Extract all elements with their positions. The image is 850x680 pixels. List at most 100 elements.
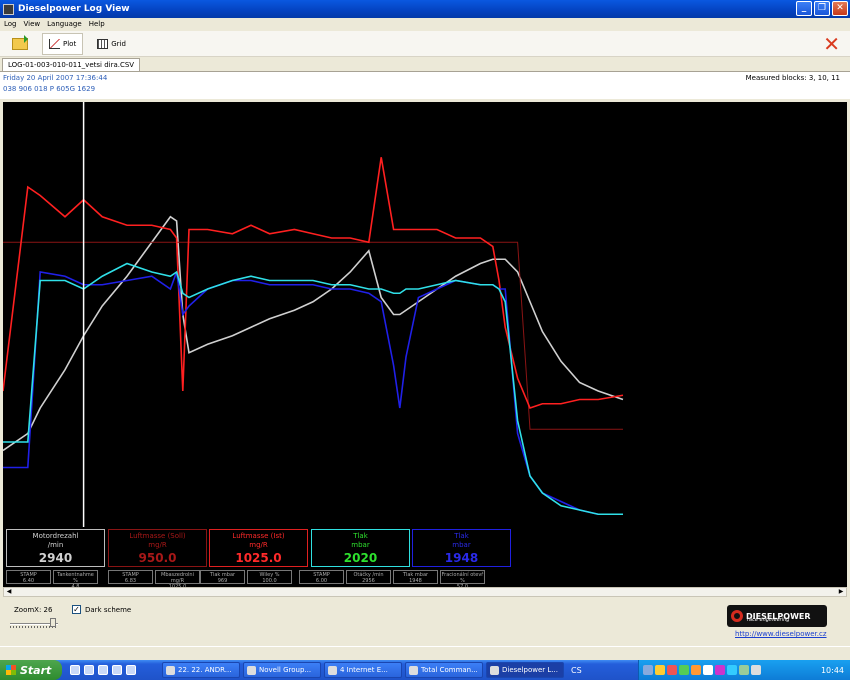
plot-button[interactable]: Plot: [42, 32, 84, 55]
quick-launch-icon[interactable]: [126, 665, 136, 675]
website-link[interactable]: http://www.dieselpower.cz: [735, 630, 827, 638]
clock: 10:44: [820, 665, 844, 675]
task-label: 22. 22. ANDR...: [178, 666, 232, 674]
small-values-group-2: STAMP6.83 Mbaszedrolni mg/R1025.0: [108, 570, 200, 590]
info-bar: Friday 20 April 2007 17:36:44 038 906 01…: [0, 71, 850, 99]
small-value-box: Tankentnahme %4.8: [53, 570, 98, 590]
tray-icon[interactable]: [739, 665, 749, 675]
task-icon: [490, 665, 499, 675]
value-box: Tlak mbar 1948: [412, 529, 511, 567]
dark-scheme-option[interactable]: ✓ Dark scheme: [72, 605, 131, 614]
taskbar-item[interactable]: 22. 22. ANDR...: [162, 662, 240, 678]
quick-launch-icon[interactable]: [98, 665, 108, 675]
tray-icon[interactable]: [727, 665, 737, 675]
value-box-value: 2940: [38, 551, 73, 565]
title-bar: Dieselpower Log View _ ❐ ✕: [0, 0, 850, 18]
quick-launch-icon[interactable]: [84, 665, 94, 675]
menu-language[interactable]: Language: [47, 18, 82, 30]
small-value-box: STAMP 6.83: [108, 570, 153, 584]
plot-label: Plot: [63, 39, 77, 48]
task-icon: [328, 665, 337, 675]
small-values-group-1: STAMP6.40 Tankentnahme %4.8: [6, 570, 98, 590]
tray-icon[interactable]: [751, 665, 761, 675]
tray-icon[interactable]: [691, 665, 701, 675]
start-button[interactable]: Start: [0, 660, 62, 680]
dark-scheme-checkbox[interactable]: ✓: [72, 605, 81, 614]
taskbar-item-active[interactable]: Dieselpower L...: [486, 662, 564, 678]
menu-view[interactable]: View: [24, 18, 41, 30]
grid-label: Grid: [111, 39, 126, 48]
minimize-button[interactable]: _: [796, 1, 812, 16]
scroll-right-icon[interactable]: ▶: [836, 588, 846, 596]
small-value: 1948: [409, 578, 422, 584]
value-box-unit: mg/R: [148, 541, 167, 549]
grid-button[interactable]: Grid: [91, 33, 132, 55]
task-icon: [166, 665, 175, 675]
series-line: [3, 157, 624, 409]
tray-icon[interactable]: [679, 665, 689, 675]
small-value: 6.40: [22, 578, 35, 584]
taskbar-item[interactable]: 4 Internet E...: [324, 662, 402, 678]
scroll-left-icon[interactable]: ◀: [4, 588, 14, 596]
small-value-box: STAMP 6.00: [299, 570, 344, 584]
measured-blocks: Measured blocks: 3, 10, 11: [745, 74, 840, 82]
small-value-label: Tankentnahme %: [57, 572, 94, 584]
task-label: Novell Group...: [259, 666, 312, 674]
logo-tagline: race engineering: [747, 617, 790, 623]
close-button[interactable]: ✕: [832, 1, 848, 16]
line-chart[interactable]: [3, 102, 847, 527]
status-bar: [0, 646, 850, 660]
taskbar-item[interactable]: Total Comman...: [405, 662, 483, 678]
small-value-box: Otáčky /min 2956: [346, 570, 391, 584]
value-box-value: 950.0: [138, 551, 177, 565]
plot-area[interactable]: Motordrezahl/min 2940 Luftmasse (Soll) mg/R…: [3, 102, 847, 590]
task-icon: [247, 665, 256, 675]
tray-icon[interactable]: [715, 665, 725, 675]
task-label: 4 Internet E...: [340, 666, 388, 674]
tray-icon[interactable]: [655, 665, 665, 675]
small-value: 100.0: [262, 578, 277, 584]
value-box-title: Luftmasse (Ist): [232, 532, 285, 540]
value-box: Luftmasse (Ist) mg/R 1025.0: [209, 529, 308, 567]
value-box-value: 1025.0: [235, 551, 282, 565]
menu-log[interactable]: Log: [4, 18, 17, 30]
quick-launch-icon[interactable]: [112, 665, 122, 675]
tray-icon[interactable]: [703, 665, 713, 675]
open-file-button[interactable]: [6, 33, 34, 55]
log-date: Friday 20 April 2007 17:36:44: [3, 74, 108, 82]
system-tray: 10:44: [638, 660, 850, 680]
ecu-info: 038 906 018 P 605G 1629: [3, 85, 96, 93]
close-file-icon[interactable]: ✕: [823, 34, 840, 54]
dieselpower-logo: DIESELPOWER race engineering: [727, 605, 827, 627]
plot-icon: [49, 38, 60, 49]
small-value-box: Tlak mbar 1948: [393, 570, 438, 584]
small-value-box: Fracionální otevř %57.0: [440, 570, 485, 590]
small-value-box: Tlak mbar 969: [200, 570, 245, 584]
value-box-title: Tlak: [454, 532, 469, 540]
value-box-title: Tlak: [353, 532, 368, 540]
tray-icon[interactable]: [643, 665, 653, 675]
window-title: Dieselpower Log View: [18, 4, 130, 14]
horizontal-scrollbar[interactable]: ◀ ▶: [3, 587, 847, 597]
taskbar: Start 22. 22. ANDR... Novell Group... 4 …: [0, 660, 850, 680]
zoom-slider[interactable]: [10, 617, 58, 628]
file-tab[interactable]: LOG-01-003-010-011_vetsi dira.CSV: [2, 58, 141, 71]
small-value-label: Fracionální otevř %: [441, 572, 484, 584]
zoom-slider-thumb[interactable]: [50, 618, 56, 627]
value-box: Tlak mbar 2020: [311, 529, 410, 567]
task-label: Dieselpower L...: [502, 666, 558, 674]
menu-help[interactable]: Help: [89, 18, 105, 30]
dark-scheme-label: Dark scheme: [85, 605, 132, 614]
tray-icon[interactable]: [667, 665, 677, 675]
language-indicator[interactable]: CS: [571, 666, 582, 675]
quick-launch-icon[interactable]: [70, 665, 80, 675]
app-icon: [3, 3, 14, 15]
small-value-box: Wiley % 100.0: [247, 570, 292, 584]
taskbar-item[interactable]: Novell Group...: [243, 662, 321, 678]
zoom-label: ZoomX: 26: [14, 606, 53, 614]
small-values-group-3: Tlak mbar 969 Wiley % 100.0: [200, 570, 292, 584]
maximize-button[interactable]: ❐: [814, 1, 830, 16]
series-line: [3, 215, 624, 452]
small-value: 6.00: [315, 578, 328, 584]
small-values-group-4: STAMP 6.00 Otáčky /min 2956 Tlak mbar 1948 …: [299, 570, 485, 590]
